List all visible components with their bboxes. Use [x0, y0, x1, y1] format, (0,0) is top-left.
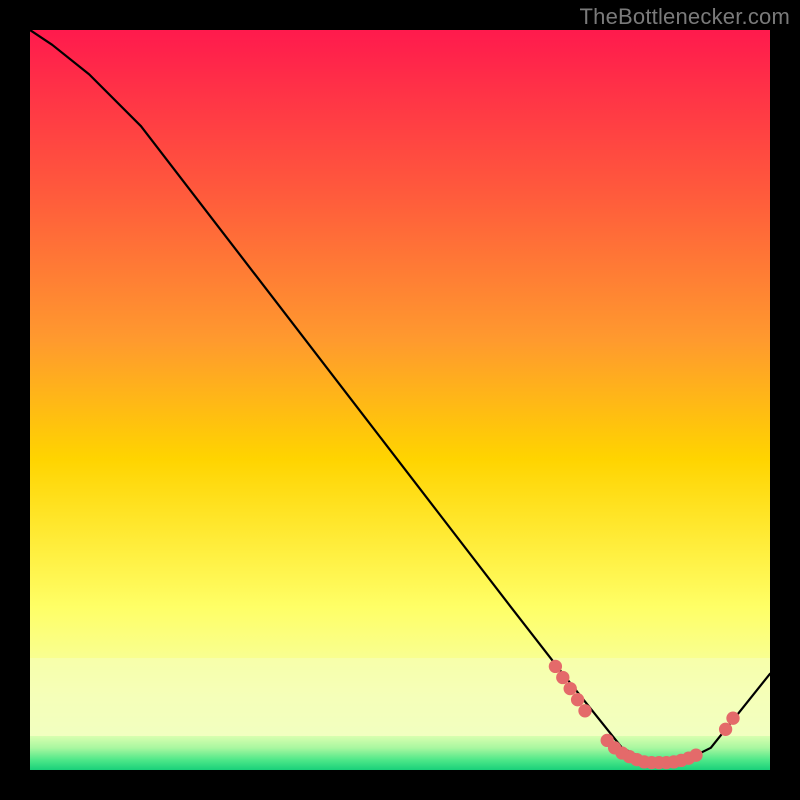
chart-stage: TheBottlenecker.com — [0, 0, 800, 800]
watermark-text: TheBottlenecker.com — [580, 4, 790, 30]
chart-marker-dot — [556, 671, 569, 684]
chart-marker-dot — [726, 712, 739, 725]
chart-svg — [30, 30, 770, 770]
chart-marker-dot — [578, 704, 591, 717]
chart-marker-dot — [719, 723, 732, 736]
chart-marker-dot — [549, 660, 562, 673]
chart-marker-dot — [571, 693, 584, 706]
chart-marker-dot — [689, 749, 702, 762]
chart-plot-area — [30, 30, 770, 770]
chart-marker-dot — [564, 682, 577, 695]
chart-lower-band — [30, 658, 770, 736]
